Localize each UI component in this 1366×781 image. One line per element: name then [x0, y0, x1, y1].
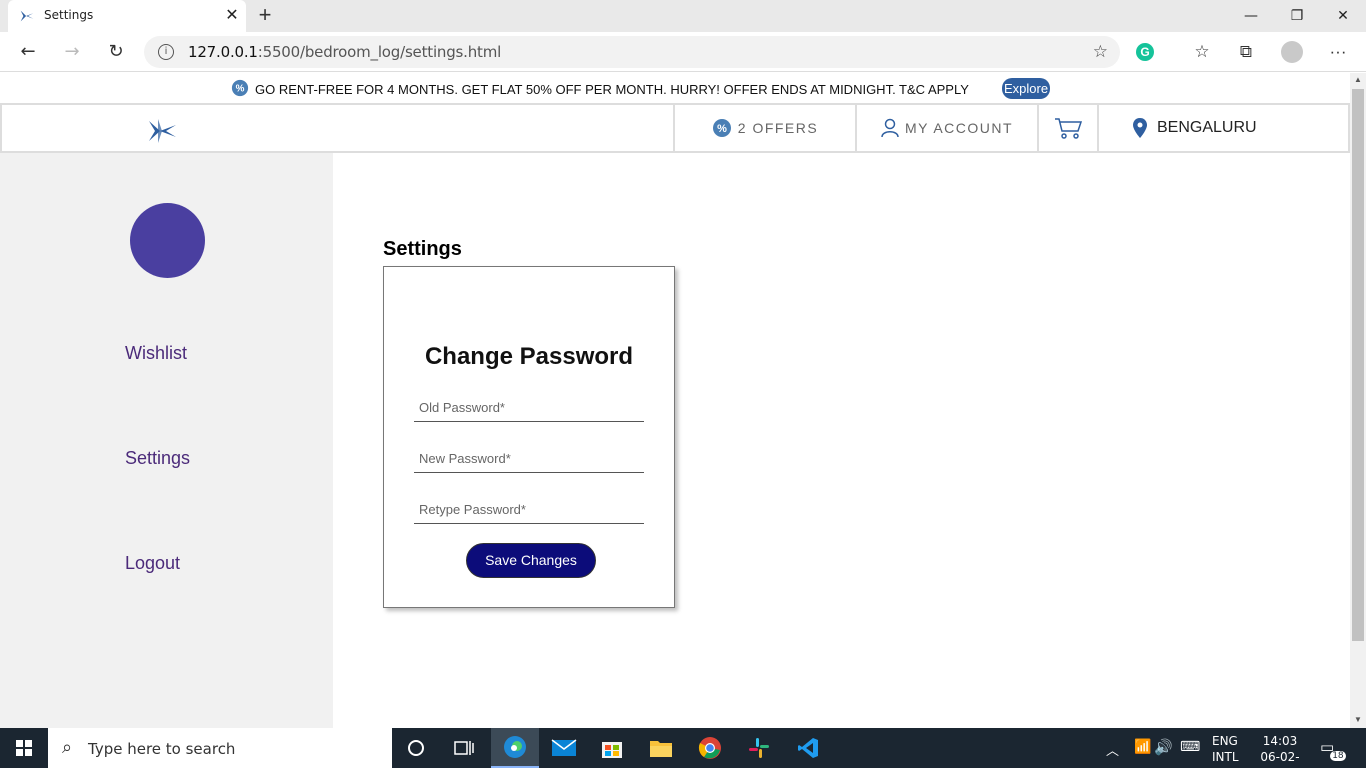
address-bar: ← → ↻ i 127.0.0.1:5500/bedroom_log/setti…	[0, 32, 1366, 72]
svg-text:%: %	[717, 123, 727, 135]
scrollbar-thumb[interactable]	[1352, 89, 1364, 641]
location-label: BENGALURU	[1157, 119, 1257, 136]
my-account-label: MY ACCOUNT	[904, 120, 1014, 136]
collections-icon[interactable]: ⧉	[1234, 40, 1258, 64]
discount-icon: %	[712, 119, 731, 137]
layout-label: INTL	[1212, 750, 1239, 764]
search-placeholder: Type here to search	[88, 740, 236, 758]
sidebar-item-wishlist[interactable]: Wishlist	[125, 343, 187, 364]
add-favorite-icon[interactable]: ☆	[1093, 42, 1108, 62]
clock-time: 14:03	[1262, 734, 1298, 748]
mail-icon[interactable]	[540, 728, 588, 768]
sidebar-item-logout[interactable]: Logout	[125, 553, 180, 574]
retype-password-input[interactable]	[414, 496, 644, 523]
promo-banner: % GO RENT-FREE FOR 4 MONTHS. GET FLAT 50…	[0, 73, 1350, 103]
browser-tab-bar: Settings ✕ + — ❐ ✕	[0, 0, 1366, 32]
profile-avatar-icon[interactable]	[1281, 41, 1303, 63]
notification-count: 18	[1330, 751, 1346, 761]
avatar	[130, 203, 205, 278]
offers-label: 2 OFFERS	[737, 120, 819, 136]
card-title: Change Password	[424, 343, 634, 370]
minimize-icon[interactable]: —	[1228, 4, 1274, 28]
svg-text:%: %	[236, 84, 245, 95]
new-tab-icon[interactable]: +	[254, 4, 276, 26]
site-logo-icon	[20, 10, 34, 22]
user-icon	[881, 118, 899, 138]
more-menu-icon[interactable]: ···	[1326, 40, 1350, 64]
new-password-field	[414, 445, 644, 473]
page-title: Settings	[383, 238, 462, 260]
sidebar: Wishlist Settings Logout	[0, 153, 333, 728]
language-indicator[interactable]: ENG INTL	[1212, 733, 1242, 773]
slack-icon[interactable]	[735, 728, 783, 768]
taskbar-search-box[interactable]: ⌕ Type here to search	[48, 728, 392, 768]
refresh-icon[interactable]: ↻	[104, 40, 128, 64]
location-pin-icon	[1133, 118, 1147, 138]
vscode-icon[interactable]	[784, 728, 832, 768]
retype-password-field	[414, 496, 644, 524]
site-header: % 2 OFFERS MY ACCOUNT BENGALURU	[0, 103, 1350, 153]
store-icon[interactable]	[588, 728, 636, 768]
location-selector[interactable]: BENGALURU	[1097, 105, 1348, 151]
network-icon[interactable]: 📶	[1134, 739, 1151, 779]
site-logo-icon[interactable]	[146, 115, 178, 147]
favorites-icon[interactable]: ☆	[1190, 40, 1214, 64]
windows-logo-icon	[16, 740, 32, 756]
scroll-down-icon[interactable]: ▼	[1353, 715, 1363, 724]
scroll-up-icon[interactable]: ▲	[1353, 75, 1363, 84]
tab-title: Settings	[44, 8, 94, 22]
cart-icon	[1055, 118, 1082, 139]
restore-icon[interactable]: ❐	[1274, 4, 1320, 28]
url-text: 127.0.0.1:5500/bedroom_log/settings.html	[188, 43, 502, 61]
close-window-icon[interactable]: ✕	[1320, 4, 1366, 28]
grammarly-icon[interactable]: G	[1136, 43, 1154, 61]
forward-icon[interactable]: →	[60, 40, 84, 64]
file-explorer-icon[interactable]	[637, 728, 685, 768]
keyboard-icon[interactable]: ⌨	[1180, 739, 1200, 779]
cart-button[interactable]	[1037, 105, 1097, 151]
search-icon: ⌕	[62, 737, 73, 757]
clock[interactable]: 14:03 06-02-2021	[1248, 733, 1312, 780]
cortana-icon[interactable]	[392, 728, 440, 768]
edge-icon[interactable]	[491, 728, 539, 768]
windows-taskbar: ⌕ Type here to search ︿ 📶 🔊 ⌨ ENG INTL 1…	[0, 728, 1366, 780]
promo-text: GO RENT-FREE FOR 4 MONTHS. GET FLAT 50% …	[255, 82, 969, 97]
close-tab-icon[interactable]: ✕	[222, 6, 242, 26]
save-changes-button[interactable]: Save Changes	[466, 543, 596, 578]
old-password-input[interactable]	[414, 394, 644, 421]
offers-link[interactable]: % 2 OFFERS	[673, 105, 855, 151]
chrome-icon[interactable]	[686, 728, 734, 768]
url-input[interactable]: i 127.0.0.1:5500/bedroom_log/settings.ht…	[144, 36, 1120, 68]
language-label: ENG	[1212, 734, 1238, 748]
old-password-field	[414, 394, 644, 422]
my-account-link[interactable]: MY ACCOUNT	[855, 105, 1037, 151]
page: % GO RENT-FREE FOR 4 MONTHS. GET FLAT 50…	[0, 73, 1350, 728]
site-info-icon[interactable]: i	[158, 44, 174, 60]
show-hidden-icons-icon[interactable]: ︿	[1106, 740, 1119, 780]
start-button[interactable]	[0, 728, 48, 768]
explore-button[interactable]: Explore	[1002, 78, 1051, 99]
new-password-input[interactable]	[414, 445, 644, 472]
change-password-card: Change Password Save Changes	[383, 266, 675, 608]
discount-icon: %	[231, 79, 249, 97]
browser-tab[interactable]: Settings ✕	[8, 0, 246, 32]
task-view-icon[interactable]	[440, 728, 488, 768]
volume-icon[interactable]: 🔊	[1154, 738, 1173, 778]
notifications-icon[interactable]: ▭18	[1320, 738, 1348, 778]
sidebar-item-settings[interactable]: Settings	[125, 448, 190, 469]
page-scrollbar[interactable]: ▲ ▼	[1350, 73, 1366, 728]
back-icon[interactable]: ←	[16, 40, 40, 64]
clock-date: 06-02-2021	[1260, 750, 1300, 780]
